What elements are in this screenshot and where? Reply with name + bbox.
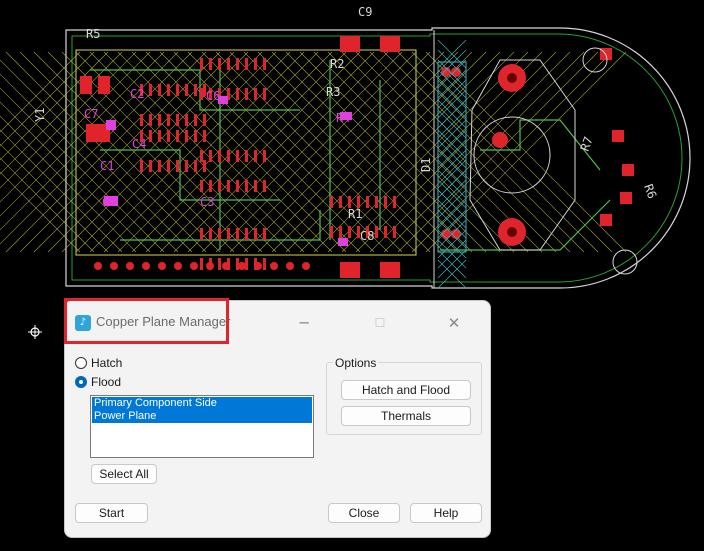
d1-hatch-zone — [437, 39, 467, 289]
hatch-and-flood-button[interactable]: Hatch and Flood — [341, 380, 471, 400]
hatch-radio[interactable] — [75, 357, 87, 369]
refdes-c6: C6 — [206, 89, 220, 103]
refdes-c2: C2 — [130, 87, 144, 101]
refdes-c5: C5 — [102, 195, 116, 209]
refdes-r7: R7 — [578, 135, 596, 153]
dialog-titlebar[interactable]: ♪ Copper Plane Manager ─ ☐ ✕ — [64, 298, 490, 345]
copper-plane-manager-dialog: ♪ Copper Plane Manager ─ ☐ ✕ Hatch Flood… — [64, 298, 491, 538]
refdes-r3: R3 — [326, 85, 340, 99]
refdes-c3: C3 — [200, 195, 214, 209]
routing-area — [0, 36, 634, 278]
thermals-button[interactable]: Thermals — [341, 406, 471, 426]
close-window-button[interactable]: ✕ — [431, 309, 477, 337]
help-button[interactable]: Help — [410, 503, 482, 523]
flood-radio[interactable] — [75, 376, 87, 388]
refdes-y1: Y1 — [33, 108, 47, 122]
options-group-title: Options — [333, 356, 379, 370]
title-highlight-box — [64, 298, 229, 344]
list-item[interactable]: Power Plane — [92, 410, 312, 423]
hatch-label[interactable]: Hatch — [91, 356, 122, 370]
refdes-r5: R5 — [86, 27, 100, 41]
flood-label[interactable]: Flood — [91, 375, 121, 389]
refdes-r1: R1 — [348, 207, 362, 221]
start-button[interactable]: Start — [75, 503, 148, 523]
maximize-button[interactable]: ☐ — [357, 309, 403, 337]
refdes-r6: R6 — [641, 182, 659, 200]
refdes-d1: D1 — [419, 158, 433, 172]
list-item[interactable]: Primary Component Side — [92, 397, 312, 410]
close-button[interactable]: Close — [328, 503, 400, 523]
refdes-c1: C1 — [100, 159, 114, 173]
minimize-button[interactable]: ─ — [281, 309, 327, 337]
refdes-c9: C9 — [358, 5, 372, 19]
refdes-r2: R2 — [330, 57, 344, 71]
large-component — [469, 47, 638, 275]
refdes-c7: C7 — [84, 107, 98, 121]
refdes-c8: C8 — [360, 229, 374, 243]
crosshair-cursor-icon — [28, 325, 42, 339]
refdes-c4: C4 — [132, 137, 146, 151]
select-all-button[interactable]: Select All — [91, 464, 157, 484]
planes-listbox[interactable]: Primary Component Side Power Plane — [90, 395, 314, 458]
refdes-r4: R4 — [336, 111, 350, 125]
